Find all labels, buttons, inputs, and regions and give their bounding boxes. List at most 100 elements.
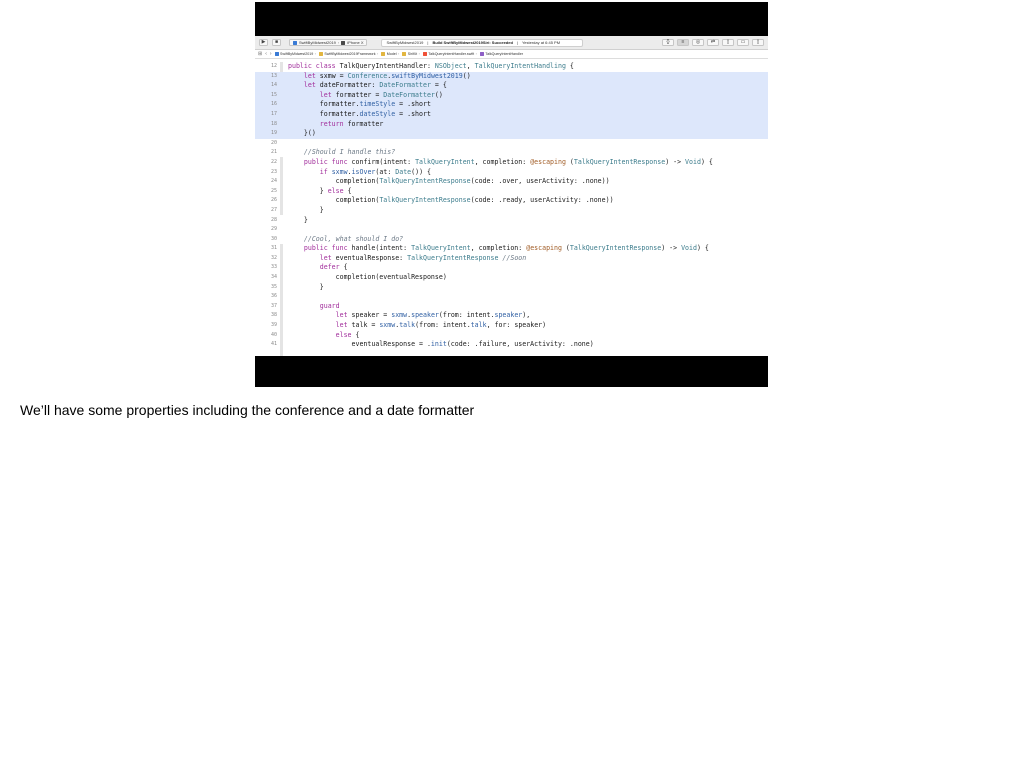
stop-icon: ■ <box>274 39 279 45</box>
breadcrumb-sirikit[interactable]: SiriKit › <box>402 52 420 56</box>
status-project: SwiftByMidwest2019 <box>386 40 424 45</box>
right-panel-icon: ▯ <box>756 39 760 45</box>
code-line: 16 formatter.timeStyle = .short <box>255 100 768 110</box>
scheme-target: SwiftByMidwest2019 <box>299 40 336 45</box>
library-button[interactable]: {} <box>662 39 674 46</box>
breadcrumb-model[interactable]: Model › <box>381 52 399 56</box>
line-number: 38 <box>270 312 277 319</box>
line-number: 18 <box>270 120 277 127</box>
folder-icon <box>318 52 323 56</box>
code-lines: 12 public class TalkQueryIntentHandler: N… <box>255 62 768 350</box>
code-line: 31 public func handle(intent: TalkQueryI… <box>255 244 768 254</box>
back-icon[interactable]: ‹ <box>265 51 267 57</box>
navigator-toggle-button[interactable]: ▯ <box>722 39 734 46</box>
source-editor[interactable]: 12 public class TalkQueryIntentHandler: N… <box>255 60 768 356</box>
code-line: 40 else { <box>255 331 768 341</box>
line-number: 33 <box>270 264 277 271</box>
folder-icon <box>381 52 386 56</box>
line-number: 40 <box>270 331 277 338</box>
code-line: 36 <box>255 292 768 302</box>
assistant-editor-button[interactable]: ◎ <box>692 39 704 46</box>
line-number: 41 <box>270 341 277 348</box>
toolbar-right: {} ≡ ◎ ⇄ ▯ ▭ ▯ <box>662 39 764 46</box>
inspector-toggle-button[interactable]: ▯ <box>752 39 764 46</box>
line-number: 29 <box>270 226 277 233</box>
code-line: 14 let dateFormatter: DateFormatter = { <box>255 81 768 91</box>
chevron-right-icon: › <box>475 52 477 56</box>
code-line: 21 //Should I handle this? <box>255 148 768 158</box>
line-number: 24 <box>270 178 277 185</box>
code-line: 12 public class TalkQueryIntentHandler: N… <box>255 62 768 72</box>
braces-icon: {} <box>666 39 670 45</box>
line-number: 31 <box>270 245 277 252</box>
line-number: 28 <box>270 216 277 223</box>
left-panel-icon: ▯ <box>726 39 730 45</box>
line-number: 36 <box>270 293 277 300</box>
line-number: 22 <box>270 158 277 165</box>
line-number: 35 <box>270 283 277 290</box>
line-number: 15 <box>270 91 277 98</box>
version-editor-button[interactable]: ⇄ <box>707 39 719 46</box>
device-icon <box>341 40 346 45</box>
status-time: Yesterday at 6:45 PM <box>521 40 561 45</box>
breadcrumb-framework[interactable]: SwiftByMidwest2019Framework › <box>318 52 378 56</box>
chevron-right-icon: › <box>314 52 316 56</box>
code-line: 27 } <box>255 206 768 216</box>
run-button[interactable]: ▶ <box>259 39 268 46</box>
breadcrumb-file[interactable]: TalkQueryIntentHandler.swift › <box>422 52 477 56</box>
arrows-icon: ⇄ <box>710 39 716 45</box>
standard-editor-button[interactable]: ≡ <box>677 39 689 46</box>
swift-file-icon <box>422 52 427 56</box>
toolbar: ▶ ■ SwiftByMidwest2019 › iPhone X SwiftB… <box>255 36 768 50</box>
debug-toggle-button[interactable]: ▭ <box>737 39 749 46</box>
line-number: 21 <box>270 149 277 156</box>
code-line: 34 completion(eventualResponse) <box>255 273 768 283</box>
line-number: 27 <box>270 206 277 213</box>
breadcrumb-project[interactable]: SwiftByMidwest2019 › <box>274 52 316 56</box>
line-number: 13 <box>270 72 277 79</box>
line-number: 25 <box>270 187 277 194</box>
jump-bar: ⊞ ‹ › SwiftByMidwest2019 › SwiftByMidwes… <box>255 50 768 59</box>
activity-status: SwiftByMidwest2019 | Build SwiftByMidwes… <box>381 38 584 47</box>
code-line: 41 eventualResponse = .init(code: .failu… <box>255 340 768 350</box>
line-number: 23 <box>270 168 277 175</box>
breadcrumb-label: Model <box>386 52 397 56</box>
code-line: 24 completion(TalkQueryIntentResponse(co… <box>255 177 768 187</box>
breadcrumb-label: TalkQueryIntentHandler.swift <box>428 52 475 56</box>
code-line: 13 let sxmw = Conference.swiftByMidwest2… <box>255 71 768 82</box>
line-number: 14 <box>270 82 277 89</box>
line-number: 32 <box>270 254 277 261</box>
chevron-right-icon: › <box>337 40 340 45</box>
lines-icon: ≡ <box>681 39 685 45</box>
class-icon <box>479 52 484 56</box>
slide-caption: We’ll have some properties including the… <box>20 402 475 418</box>
breadcrumb-class[interactable]: TalkQueryIntentHandler <box>479 52 523 56</box>
line-number: 30 <box>270 235 277 242</box>
line-number: 19 <box>270 130 277 137</box>
xcode-window: ▶ ■ SwiftByMidwest2019 › iPhone X SwiftB… <box>255 36 768 356</box>
code-line: 18 return formatter <box>255 119 768 130</box>
line-number: 20 <box>270 139 277 146</box>
code-line: 32 let eventualResponse: TalkQueryIntent… <box>255 254 768 264</box>
code-line: 19 }() <box>255 129 768 139</box>
code-line: 20 <box>255 139 768 149</box>
forward-icon[interactable]: › <box>270 51 272 57</box>
line-number: 34 <box>270 274 277 281</box>
slide-frame: ▶ ■ SwiftByMidwest2019 › iPhone X SwiftB… <box>255 2 768 387</box>
breadcrumb-label: SwiftByMidwest2019 <box>280 52 314 56</box>
code-line: 22 public func confirm(intent: TalkQuery… <box>255 158 768 168</box>
chevron-right-icon: › <box>418 52 420 56</box>
app-icon <box>293 40 297 45</box>
code-line: 25 } else { <box>255 187 768 197</box>
scheme-selector[interactable]: SwiftByMidwest2019 › iPhone X <box>289 39 368 46</box>
status-build: Build SwiftByMidwest2019Siri: Succeeded <box>432 40 513 45</box>
breadcrumb-label: SiriKit <box>407 52 418 56</box>
code-line: 33 defer { <box>255 263 768 273</box>
code-line: 26 completion(TalkQueryIntentResponse(co… <box>255 196 768 206</box>
code-line: 38 let speaker = sxmw.speaker(from: inte… <box>255 311 768 321</box>
related-items-icon[interactable]: ⊞ <box>258 51 262 57</box>
code-line: 17 formatter.dateStyle = .short <box>255 109 768 120</box>
line-number: 12 <box>270 63 277 69</box>
stop-button[interactable]: ■ <box>272 39 281 46</box>
code-line: 39 let talk = sxmw.talk(from: intent.tal… <box>255 321 768 331</box>
